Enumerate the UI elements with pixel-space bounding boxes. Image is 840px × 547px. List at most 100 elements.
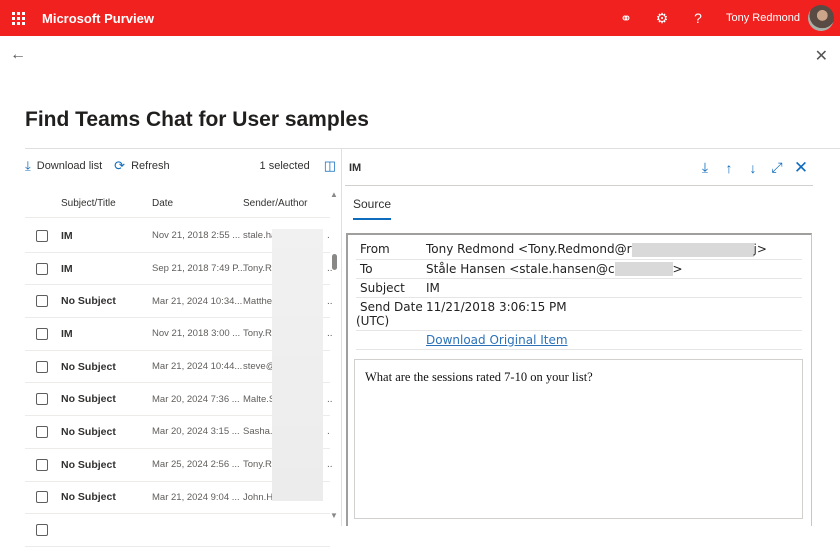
redaction-block (631, 242, 754, 257)
subject-value: IM (426, 281, 440, 295)
row-sender: Tony.R (243, 263, 272, 275)
from-value: Tony Redmond <Tony.Redmond@r (426, 242, 632, 256)
row-checkbox[interactable] (36, 327, 48, 340)
row-ellipsis: .. (327, 459, 333, 471)
row-checkbox[interactable] (36, 360, 48, 373)
tab-source[interactable]: Source (353, 197, 391, 211)
row-sender: Tony.R (243, 328, 272, 340)
row-checkbox[interactable] (36, 458, 48, 471)
scroll-down-arrow-icon[interactable]: ▼ (330, 511, 338, 520)
row-date: Mar 20, 2024 7:36 ... (152, 393, 240, 405)
row-ellipsis: .. (327, 393, 333, 405)
help-icon: ? (694, 10, 702, 26)
scroll-up-arrow-icon[interactable]: ▲ (330, 190, 338, 199)
download-item-icon[interactable]: ⤓ (693, 159, 717, 176)
app-title[interactable]: Microsoft Purview (42, 11, 154, 26)
meta-row-to: To Ståle Hansen <stale.hansen@c > (356, 260, 802, 279)
row-subject: No Subject (61, 458, 116, 471)
download-original-item-link[interactable]: Download Original Item (426, 333, 802, 347)
row-subject: IM (61, 262, 73, 275)
column-header-sender[interactable]: Sender/Author (243, 198, 308, 209)
refresh-button[interactable]: ⟳ Refresh (114, 158, 169, 174)
row-subject: IM (61, 229, 73, 242)
to-suffix: > (672, 261, 683, 276)
message-body: What are the sessions rated 7-10 on your… (354, 359, 803, 519)
close-icon: ✕ (814, 48, 828, 65)
back-arrow-icon: ← (10, 46, 26, 63)
back-button[interactable]: ← (10, 46, 26, 64)
settings-icon: ⚙ (655, 9, 669, 26)
next-item-icon[interactable]: ↓ (741, 160, 765, 176)
row-date: Mar 21, 2024 10:44... (152, 361, 243, 373)
row-ellipsis: . (327, 230, 330, 242)
row-checkbox[interactable] (36, 295, 48, 308)
row-sender: Matthe (243, 295, 273, 307)
refresh-label: Refresh (131, 160, 170, 172)
row-subject: No Subject (61, 425, 116, 438)
user-name[interactable]: Tony Redmond (726, 12, 800, 24)
redaction-block (614, 262, 673, 276)
pane-divider (341, 148, 342, 526)
column-header-date[interactable]: Date (152, 198, 173, 209)
to-value: Ståle Hansen <stale.hansen@c (426, 261, 615, 276)
app-launcher-button[interactable] (0, 0, 36, 36)
tab-active-indicator (353, 218, 391, 220)
meta-row-subject: Subject IM (356, 279, 802, 298)
list-row[interactable] (25, 514, 330, 547)
row-subject: No Subject (61, 295, 116, 308)
customize-columns-icon[interactable]: ◫ (324, 158, 336, 174)
previous-item-icon[interactable]: ↑ (717, 160, 741, 176)
row-sender: steve@ (243, 361, 276, 373)
list-scrollbar-thumb[interactable] (332, 254, 337, 270)
detail-title: IM (349, 161, 362, 174)
row-subject: No Subject (61, 393, 116, 406)
to-label: To (360, 261, 373, 276)
row-subject: IM (61, 327, 73, 340)
download-list-button[interactable]: ⤓ Download list (25, 158, 102, 174)
row-date: Mar 25, 2024 2:56 ... (152, 459, 240, 471)
row-subject: No Subject (61, 360, 116, 373)
meta-row-download: Download Original Item (356, 331, 802, 350)
row-ellipsis: .. (327, 328, 333, 340)
row-ellipsis: .. (327, 295, 333, 307)
meta-row-send-date: Send Date (UTC) 11/21/2018 3:06:15 PM (356, 298, 802, 331)
feedback-icon: ⚭ (620, 9, 632, 26)
close-detail-icon[interactable]: ✕ (789, 158, 813, 178)
list-toolbar: ⤓ Download list ⟳ Refresh 1 selected ◫ (25, 155, 340, 177)
list-header: Subject/Title Date Sender/Author (25, 190, 330, 218)
detail-header: IM ⤓ ↑ ↓ ⤢ ✕ (345, 150, 813, 186)
settings-button[interactable]: ⚙ (644, 0, 680, 36)
row-ellipsis: . (327, 426, 330, 438)
row-checkbox[interactable] (36, 262, 48, 275)
row-checkbox[interactable] (36, 229, 48, 242)
close-page-button[interactable]: ✕ (815, 46, 828, 66)
row-checkbox[interactable] (36, 491, 48, 504)
row-date: Mar 21, 2024 10:34... (152, 295, 243, 307)
row-date: Mar 20, 2024 3:15 ... (152, 426, 240, 438)
row-date: Nov 21, 2018 3:00 ... (152, 328, 241, 340)
message-metadata: From Tony Redmond <Tony.Redmond@r j> To S… (356, 240, 802, 350)
send-date-label-utc: (UTC) (356, 314, 390, 328)
feedback-button[interactable]: ⚭ (608, 0, 644, 36)
from-label: From (360, 242, 390, 256)
help-button[interactable]: ? (680, 0, 716, 36)
message-body-text: What are the sessions rated 7-10 on your… (365, 370, 593, 384)
from-suffix: j> (753, 242, 767, 256)
row-checkbox[interactable] (36, 393, 48, 406)
row-sender: Malte.S (243, 393, 276, 405)
download-icon: ⤓ (25, 158, 31, 173)
row-checkbox[interactable] (36, 425, 48, 438)
send-date-value: 11/21/2018 3:06:15 PM (426, 300, 567, 314)
expand-icon[interactable]: ⤢ (765, 159, 789, 176)
column-header-subject[interactable]: Subject/Title (61, 198, 116, 209)
refresh-icon: ⟳ (114, 158, 126, 173)
avatar[interactable] (808, 5, 834, 31)
subject-label: Subject (360, 281, 405, 295)
row-date: Sep 21, 2018 7:49 P... (152, 263, 246, 275)
redaction-block (272, 229, 323, 501)
app-launcher-icon (11, 11, 25, 25)
top-bar: Microsoft Purview ⚭ ⚙ ? Tony Redmond (0, 0, 840, 36)
send-date-label: Send Date (360, 300, 423, 314)
row-date: Nov 21, 2018 2:55 ... (152, 230, 241, 242)
row-sender: Tony.R (243, 459, 272, 471)
